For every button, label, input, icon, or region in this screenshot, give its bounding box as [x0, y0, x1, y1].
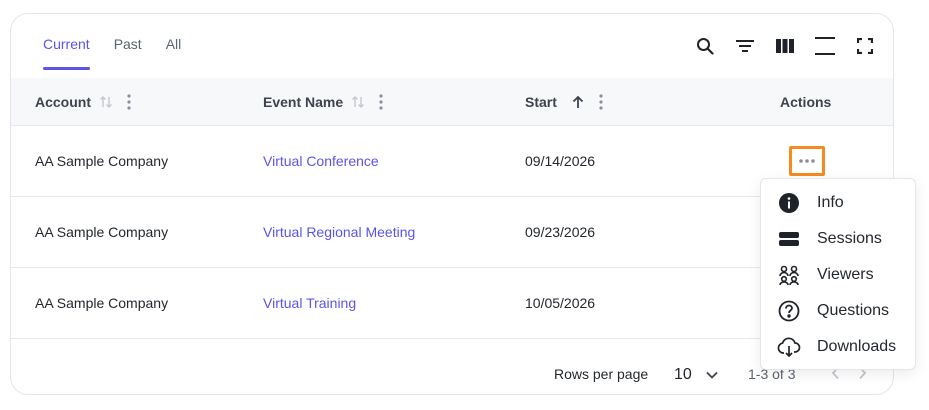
question-icon [777, 299, 801, 323]
account-cell: AA Sample Company [35, 224, 169, 240]
column-header-actions: Actions [780, 78, 831, 126]
sessions-icon [777, 227, 801, 251]
chevron-down-icon [706, 366, 718, 384]
account-cell: AA Sample Company [35, 153, 169, 169]
fullscreen-icon[interactable] [855, 36, 875, 56]
density-icon[interactable] [815, 36, 835, 56]
menu-item-label: Viewers [817, 266, 874, 283]
table-header: Account Event Name Start Actions [11, 78, 893, 126]
event-name-link[interactable]: Virtual Conference [263, 126, 379, 196]
column-title: Event Name [263, 94, 344, 110]
start-date-cell: 09/23/2026 [525, 224, 596, 240]
menu-item-label: Questions [817, 302, 890, 319]
cloud-download-icon [777, 335, 801, 359]
column-menu-icon[interactable] [379, 94, 383, 110]
menu-item-sessions[interactable]: Sessions [777, 225, 882, 253]
columns-icon[interactable] [775, 36, 795, 56]
menu-item-info[interactable]: Info [777, 189, 844, 217]
sort-icon[interactable] [351, 95, 365, 109]
column-menu-icon[interactable] [599, 94, 603, 110]
column-title: Account [35, 94, 91, 110]
tab-bar: Current Past All [43, 36, 181, 70]
column-title: Start [525, 94, 557, 110]
start-date-cell: 10/05/2026 [525, 295, 596, 311]
menu-item-questions[interactable]: Questions [777, 297, 889, 325]
menu-item-viewers[interactable]: Viewers [777, 261, 874, 289]
column-header-account[interactable]: Account [35, 78, 131, 126]
column-header-event-name[interactable]: Event Name [263, 78, 383, 126]
viewers-icon [777, 263, 801, 287]
rows-per-page-label: Rows per page [554, 366, 649, 382]
event-name-link[interactable]: Virtual Regional Meeting [263, 197, 415, 267]
rows-per-page-select[interactable]: 10 [674, 366, 718, 384]
rows-per-page-value: 10 [674, 366, 692, 383]
sort-icon[interactable] [99, 95, 113, 109]
menu-item-downloads[interactable]: Downloads [777, 333, 896, 361]
tab-current[interactable]: Current [43, 36, 90, 70]
tab-all[interactable]: All [166, 36, 182, 70]
info-icon [777, 191, 801, 215]
start-date-cell: 09/14/2026 [525, 153, 596, 169]
account-cell: AA Sample Company [35, 295, 169, 311]
tab-past[interactable]: Past [114, 36, 142, 70]
menu-item-label: Downloads [817, 338, 897, 355]
column-header-start[interactable]: Start [525, 78, 603, 126]
column-title: Actions [780, 94, 832, 110]
column-menu-icon[interactable] [127, 94, 131, 110]
sort-ascending-icon[interactable] [571, 95, 585, 109]
menu-item-label: Info [817, 194, 844, 211]
row-actions-menu: Info Sessions Viewers Questions Download… [760, 178, 916, 370]
search-icon[interactable] [695, 36, 715, 56]
filter-icon[interactable] [735, 36, 755, 56]
menu-item-label: Sessions [817, 230, 882, 247]
row-actions-button[interactable] [789, 146, 825, 176]
table-toolbar [695, 36, 875, 56]
event-name-link[interactable]: Virtual Training [263, 268, 356, 338]
